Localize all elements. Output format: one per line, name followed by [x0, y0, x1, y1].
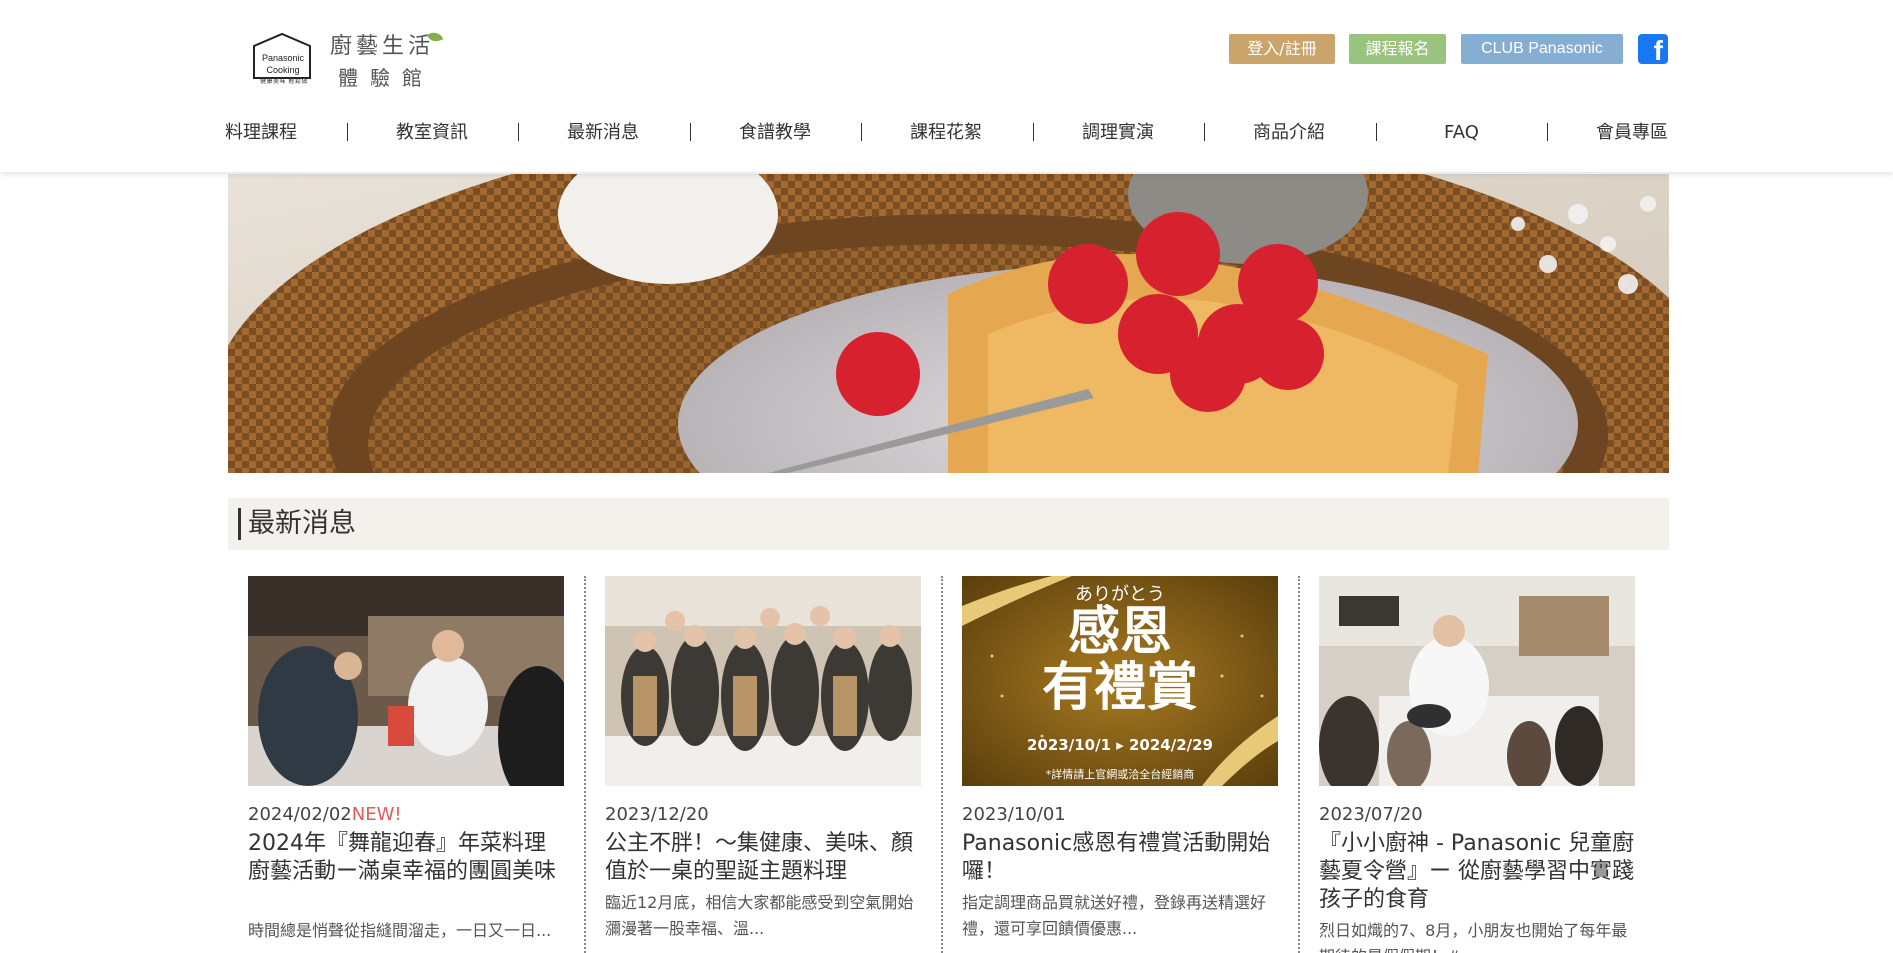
card-divider	[941, 576, 943, 953]
card-divider	[584, 576, 586, 953]
news-section-title: 最新消息	[248, 508, 356, 539]
club-panasonic-button[interactable]: CLUB Panasonic	[1461, 34, 1623, 64]
course-signup-button[interactable]: 課程報名	[1349, 34, 1446, 64]
nav-item-cooking-demo[interactable]: 調理實演	[1082, 118, 1154, 148]
nav-item-faq[interactable]: FAQ	[1444, 118, 1479, 148]
nav-separator	[518, 123, 519, 141]
nav-separator	[1547, 123, 1548, 141]
news-card-title[interactable]: 公主不胖！〜集健康、美味、顏值於一桌的聖誕主題料理	[605, 830, 921, 886]
nav-separator	[1376, 123, 1377, 141]
news-card-title[interactable]: 2024年『舞龍迎春』年菜料理廚藝活動ー滿桌幸福的團圓美味	[248, 830, 564, 886]
logo-tagline: 健康美味 輕鬆做	[260, 78, 308, 85]
news-card[interactable]: 2023/12/20 公主不胖！〜集健康、美味、顏值於一桌的聖誕主題料理 臨近1…	[605, 576, 921, 953]
logo-brand-line-1: Panasonic	[261, 53, 305, 63]
news-card-title[interactable]: 『小小廚神 - Panasonic 兒童廚藝夏令營』ー 從廚藝學習中實踐孩子的食…	[1319, 830, 1635, 914]
site-logo[interactable]: Panasonic Cooking 健康美味 輕鬆做 廚藝生活 體驗館	[252, 28, 452, 90]
news-card-image[interactable]: ありがとう 感恩 有禮賞 2023/10/1 ▸ 2024/2/29 *詳情請上…	[962, 576, 1278, 786]
news-card-image[interactable]	[248, 576, 564, 786]
nav-item-cooking-courses[interactable]: 料理課程	[225, 118, 297, 148]
logo-title-line-1: 廚藝生活	[330, 34, 435, 59]
facebook-icon[interactable]: f	[1638, 34, 1668, 66]
site-header: Panasonic Cooking 健康美味 輕鬆做 廚藝生活 體驗館 登入/註…	[0, 0, 1893, 172]
card-divider	[1298, 576, 1300, 953]
news-card-date: 2024/02/02NEW!	[248, 804, 402, 825]
nav-item-course-highlights[interactable]: 課程花絮	[910, 118, 982, 148]
nav-separator	[347, 123, 348, 141]
nav-item-latest-news[interactable]: 最新消息	[567, 118, 639, 148]
news-card-description: 指定調理商品買就送好禮，登錄再送精選好禮，還可享回饋價優惠...	[962, 893, 1267, 938]
logo-brand: Panasonic Cooking	[257, 52, 309, 76]
news-card-description: 臨近12月底，相信大家都能感受到空氣開始瀰漫著一股幸福、溫...	[605, 893, 914, 938]
logo-brand-line-2: Cooking	[266, 65, 300, 75]
news-card-title[interactable]: Panasonic感恩有禮賞活動開始囉！	[962, 830, 1278, 886]
nav-item-products[interactable]: 商品介紹	[1253, 118, 1325, 148]
nav-separator	[690, 123, 691, 141]
section-title-marker	[238, 508, 241, 540]
news-card-date: 2023/12/20	[605, 804, 709, 825]
logo-title-line-2: 體驗館	[338, 66, 434, 90]
banner-line-3: 有禮賞	[1041, 658, 1198, 718]
nav-separator	[861, 123, 862, 141]
news-card-image[interactable]	[1319, 576, 1635, 786]
login-register-button[interactable]: 登入/註冊	[1229, 34, 1335, 64]
news-section-header: 最新消息	[228, 498, 1669, 550]
news-card-date: 2023/10/01	[962, 804, 1066, 825]
nav-item-recipes[interactable]: 食譜教學	[739, 118, 811, 148]
new-badge: NEW!	[351, 804, 402, 825]
nav-separator	[1204, 123, 1205, 141]
banner-line-2: 感恩	[1067, 602, 1172, 662]
banner-note: *詳情請上官網或洽全台經銷商	[1045, 768, 1195, 781]
banner-dates: 2023/10/1 ▸ 2024/2/29	[1026, 736, 1213, 754]
news-card-description: 烈日如熾的7、8月，小朋友也開始了每年最期待的暑假假期！#...	[1319, 921, 1628, 953]
main-nav: 料理課程 教室資訊 最新消息 食譜教學 課程花絮 調理實演 商品介紹 FAQ 會…	[0, 118, 1893, 148]
news-card-date: 2023/07/20	[1319, 804, 1423, 825]
news-card-description: 時間總是悄聲從指縫間溜走，一日又一日...	[248, 921, 552, 940]
nav-separator	[1033, 123, 1034, 141]
nav-item-classroom-info[interactable]: 教室資訊	[396, 118, 468, 148]
nav-item-member-area[interactable]: 會員專區	[1596, 118, 1668, 148]
news-card[interactable]: 2024/02/02NEW! 2024年『舞龍迎春』年菜料理廚藝活動ー滿桌幸福的…	[248, 576, 564, 953]
news-card[interactable]: ありがとう 感恩 有禮賞 2023/10/1 ▸ 2024/2/29 *詳情請上…	[962, 576, 1278, 953]
news-card[interactable]: 2023/07/20 『小小廚神 - Panasonic 兒童廚藝夏令營』ー 從…	[1319, 576, 1635, 953]
hero-banner	[228, 174, 1669, 473]
news-card-image[interactable]	[605, 576, 921, 786]
news-date-text: 2024/02/02	[248, 804, 352, 825]
